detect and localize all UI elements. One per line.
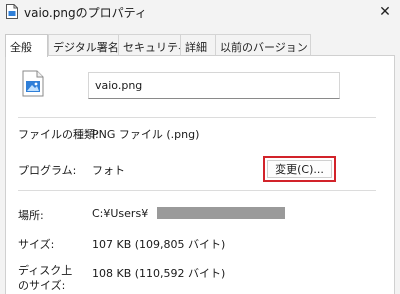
file-icon	[6, 4, 18, 19]
title-bar: vaio.pngのプロパティ ✕	[0, 0, 400, 26]
size-value: 107 KB (109,805 バイト)	[92, 238, 226, 251]
redacted-path	[157, 207, 285, 219]
disk-size-label: ディスク上	[18, 264, 73, 277]
location-value: C:¥Users¥	[92, 207, 149, 220]
file-type-value: PNG ファイル (.png)	[92, 128, 200, 141]
image-file-icon	[22, 70, 44, 97]
tab-general[interactable]: 全般	[5, 34, 48, 57]
disk-size-label-cont: のサイズ:	[18, 279, 66, 292]
window-title: vaio.pngのプロパティ	[24, 6, 147, 20]
file-type-label: ファイルの種類:	[18, 128, 99, 141]
close-button[interactable]: ✕	[370, 0, 400, 24]
program-label: プログラム:	[18, 164, 77, 177]
program-value: フォト	[92, 164, 125, 177]
tab-details[interactable]: 詳細	[180, 34, 216, 56]
tab-previous-versions[interactable]: 以前のバージョン	[215, 34, 311, 56]
divider	[18, 190, 376, 191]
change-button[interactable]: 変更(C)...	[263, 156, 336, 182]
size-label: サイズ:	[18, 238, 55, 251]
change-button-label: 変更(C)...	[267, 160, 332, 178]
divider	[18, 117, 376, 118]
close-icon: ✕	[379, 4, 391, 20]
file-name-input[interactable]	[88, 72, 340, 99]
tab-security[interactable]: セキュリティ	[118, 34, 188, 56]
tab-bar: 全般 デジタル署名 セキュリティ 詳細 以前のバージョン	[5, 34, 395, 57]
tab-digital-signatures[interactable]: デジタル署名	[48, 34, 119, 56]
disk-size-value: 108 KB (110,592 バイト)	[92, 267, 226, 280]
location-label: 場所:	[18, 209, 44, 222]
